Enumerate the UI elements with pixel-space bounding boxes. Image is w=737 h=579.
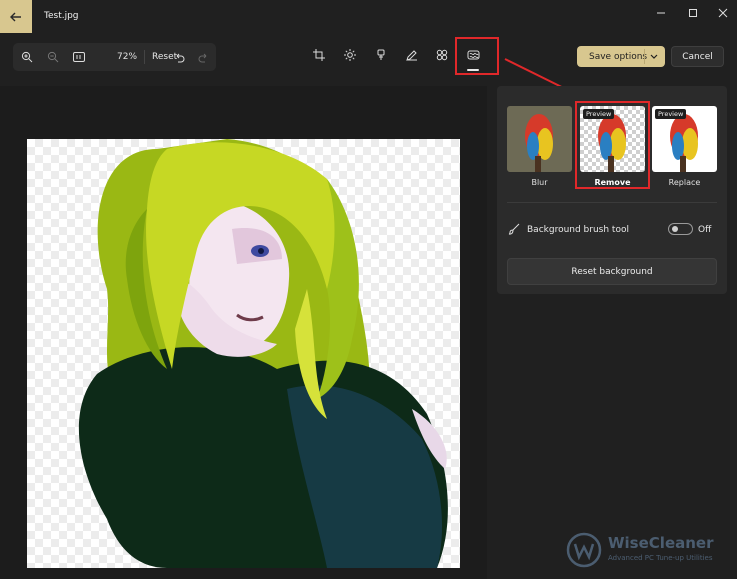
blur-option[interactable]	[507, 106, 572, 172]
zoom-in-icon	[21, 51, 33, 63]
close-icon	[718, 8, 728, 18]
toggle-knob	[672, 226, 678, 232]
annotation-highlight-box	[455, 37, 499, 75]
save-options-button[interactable]: Save options	[577, 46, 665, 67]
pen-icon	[406, 50, 417, 61]
watermark-title: WiseCleaner	[608, 534, 714, 552]
actual-size-icon	[73, 52, 85, 62]
reset-background-button[interactable]: Reset background	[507, 258, 717, 285]
actual-size-button[interactable]	[71, 49, 87, 65]
edited-image[interactable]	[27, 139, 460, 568]
adjust-tool-button[interactable]	[342, 47, 358, 63]
save-options-label: Save options	[589, 52, 648, 62]
retouch-tool-button[interactable]	[434, 47, 450, 63]
zoom-out-icon	[47, 51, 59, 63]
undo-icon	[176, 53, 184, 62]
brightness-icon	[344, 49, 356, 61]
save-button-divider	[644, 49, 645, 64]
blur-option-label: Blur	[531, 178, 548, 187]
parrot-thumbnail-blur	[507, 106, 572, 172]
back-button[interactable]	[0, 0, 32, 33]
title-bar: Test.jpg	[0, 0, 737, 34]
toggle-state-label: Off	[698, 225, 712, 235]
zoom-out-button[interactable]	[45, 49, 61, 65]
maximize-button[interactable]	[686, 6, 700, 20]
watermark: WiseCleaner Advanced PC Tune-up Utilitie…	[562, 530, 732, 570]
watermark-subtitle: Advanced PC Tune-up Utilities	[608, 554, 713, 562]
minimize-icon	[657, 12, 665, 14]
close-window-button[interactable]	[716, 6, 730, 20]
crop-tool-button[interactable]	[311, 47, 327, 63]
filter-icon	[377, 49, 385, 60]
zoom-toolbar: 72% Reset	[13, 43, 216, 71]
background-brush-toggle[interactable]	[668, 223, 693, 235]
markup-tool-button[interactable]	[404, 47, 420, 63]
background-brush-tool-label: Background brush tool	[527, 225, 629, 235]
preview-tag: Preview	[655, 109, 687, 119]
brush-icon	[508, 223, 520, 235]
annotation-highlight-box	[575, 101, 650, 189]
replace-option[interactable]: Preview	[652, 106, 717, 172]
retouch-icon	[436, 49, 448, 61]
chevron-down-icon[interactable]	[649, 51, 659, 61]
toolbar-divider	[144, 50, 145, 64]
filter-tool-button[interactable]	[373, 47, 389, 63]
minimize-button[interactable]	[654, 6, 668, 20]
window-title: Test.jpg	[44, 11, 79, 21]
redo-icon	[198, 53, 206, 62]
portrait-illustration	[78, 139, 448, 568]
zoom-level: 72%	[117, 52, 138, 62]
wisecleaner-logo-icon	[566, 532, 602, 568]
crop-icon	[313, 49, 325, 61]
maximize-icon	[689, 9, 697, 17]
arrow-left-icon	[10, 12, 21, 21]
replace-option-label: Replace	[668, 178, 701, 187]
cancel-button[interactable]: Cancel	[671, 46, 724, 67]
redo-button[interactable]	[195, 49, 211, 65]
panel-divider	[507, 202, 717, 203]
undo-button[interactable]	[171, 49, 187, 65]
zoom-in-button[interactable]	[19, 49, 35, 65]
